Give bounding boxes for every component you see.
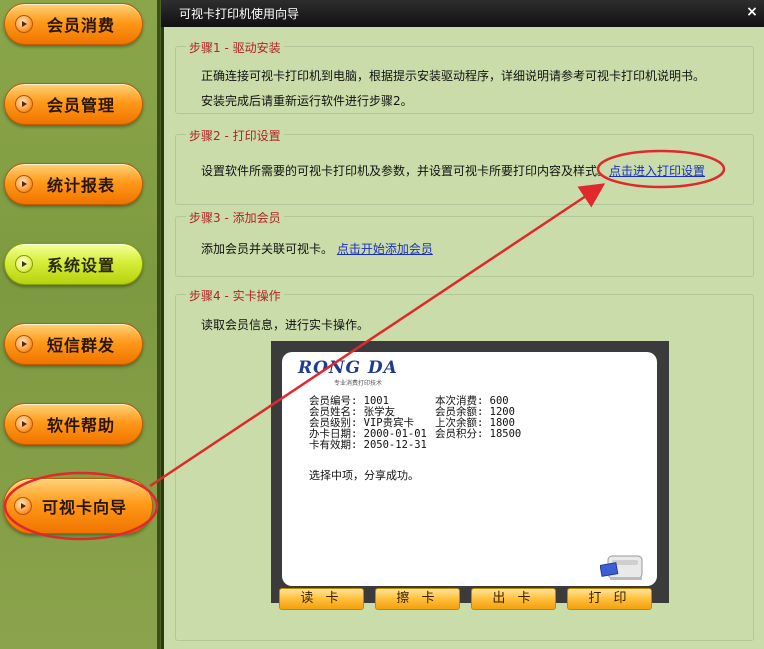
sidebar-item-label: 会员管理 (47, 96, 116, 115)
step1-line2: 安装完成后请重新运行软件进行步骤2。 (201, 94, 413, 108)
step1-line1: 正确连接可视卡打印机到电脑，根据提示安装驱动程序，详细说明请参考可视卡打印机说明… (201, 69, 706, 83)
play-icon (15, 255, 33, 273)
add-member-link[interactable]: 点击开始添加会员 (337, 242, 433, 256)
sidebar-item-label: 统计报表 (47, 176, 116, 195)
close-icon[interactable]: × (744, 4, 760, 20)
step2-group: 步骤2 - 打印设置 设置软件所需要的可视卡打印机及参数，并设置可视卡所要打印内… (175, 127, 754, 205)
window-title: 可视卡打印机使用向导 (179, 7, 300, 21)
step3-group: 步骤3 - 添加会员 添加会员并关联可视卡。 点击开始添加会员 (175, 209, 754, 277)
print-card-button[interactable]: 打 印 (567, 588, 652, 610)
sidebar-item-label: 软件帮助 (47, 416, 116, 435)
title-bar: 可视卡打印机使用向导 × (161, 0, 764, 27)
step1-title: 步骤1 - 驱动安装 (186, 39, 284, 56)
card-message: 选择中项，分享成功。 (309, 469, 419, 482)
card-field: 卡有效期: 2050-12-31 (309, 439, 427, 451)
member-card: RONG DA 专业消费打印技术 会员编号: 1001 本次消费: 600 会员姓… (282, 352, 657, 586)
step3-text: 添加会员并关联可视卡。 (201, 242, 334, 256)
step3-text-row: 添加会员并关联可视卡。 点击开始添加会员 (201, 240, 433, 257)
eject-card-button[interactable]: 出 卡 (471, 588, 556, 610)
play-icon (15, 15, 33, 33)
step1-group: 步骤1 - 驱动安装 正确连接可视卡打印机到电脑，根据提示安装驱动程序，详细说明… (175, 39, 754, 114)
step2-title: 步骤2 - 打印设置 (186, 127, 284, 144)
sidebar-item-label: 会员消费 (47, 16, 116, 35)
sidebar-item-member-management[interactable]: 会员管理 (4, 83, 143, 125)
play-icon (14, 497, 32, 515)
erase-card-button[interactable]: 擦 卡 (375, 588, 460, 610)
sidebar-item-statistics[interactable]: 统计报表 (4, 163, 143, 205)
step3-title: 步骤3 - 添加会员 (186, 209, 284, 226)
step4-title: 步骤4 - 实卡操作 (186, 287, 284, 304)
sidebar-item-label: 短信群发 (47, 336, 116, 355)
step2-text-row: 设置软件所需要的可视卡打印机及参数，并设置可视卡所要打印内容及样式。点击进入打印… (201, 162, 705, 179)
card-preview: RONG DA 专业消费打印技术 会员编号: 1001 本次消费: 600 会员姓… (271, 341, 669, 603)
sidebar-item-label: 可视卡向导 (42, 498, 128, 517)
sidebar: 会员消费 会员管理 统计报表 系统设置 短信群发 软件帮助 可视卡向导 (0, 0, 161, 649)
card-row: 卡有效期: 2050-12-31 (309, 440, 521, 451)
play-icon (15, 415, 33, 433)
sidebar-item-label: 系统设置 (47, 256, 116, 275)
print-settings-link[interactable]: 点击进入打印设置 (609, 164, 705, 178)
play-icon (15, 175, 33, 193)
card-printer-icon (600, 555, 643, 580)
sidebar-item-card-wizard[interactable]: 可视卡向导 (3, 478, 153, 534)
step4-text: 读取会员信息，进行实卡操作。 (201, 318, 370, 332)
step2-text: 设置软件所需要的可视卡打印机及参数，并设置可视卡所要打印内容及样式。 (201, 164, 610, 178)
sidebar-item-help[interactable]: 软件帮助 (4, 403, 143, 445)
wizard-panel: 步骤1 - 驱动安装 正确连接可视卡打印机到电脑，根据提示安装驱动程序，详细说明… (161, 27, 764, 649)
sidebar-item-member-consumption[interactable]: 会员消费 (4, 3, 143, 45)
play-icon (15, 95, 33, 113)
card-info: 会员编号: 1001 本次消费: 600 会员姓名: 张学友 会员余额: 1200 … (309, 396, 521, 451)
sidebar-item-system-settings[interactable]: 系统设置 (4, 243, 143, 285)
card-field: 会员积分: 18500 (435, 428, 522, 440)
read-card-button[interactable]: 读 卡 (279, 588, 364, 610)
sidebar-item-sms[interactable]: 短信群发 (4, 323, 143, 365)
play-icon (15, 335, 33, 353)
card-logo: RONG DA (298, 358, 398, 378)
card-tagline: 专业消费打印技术 (334, 380, 383, 387)
